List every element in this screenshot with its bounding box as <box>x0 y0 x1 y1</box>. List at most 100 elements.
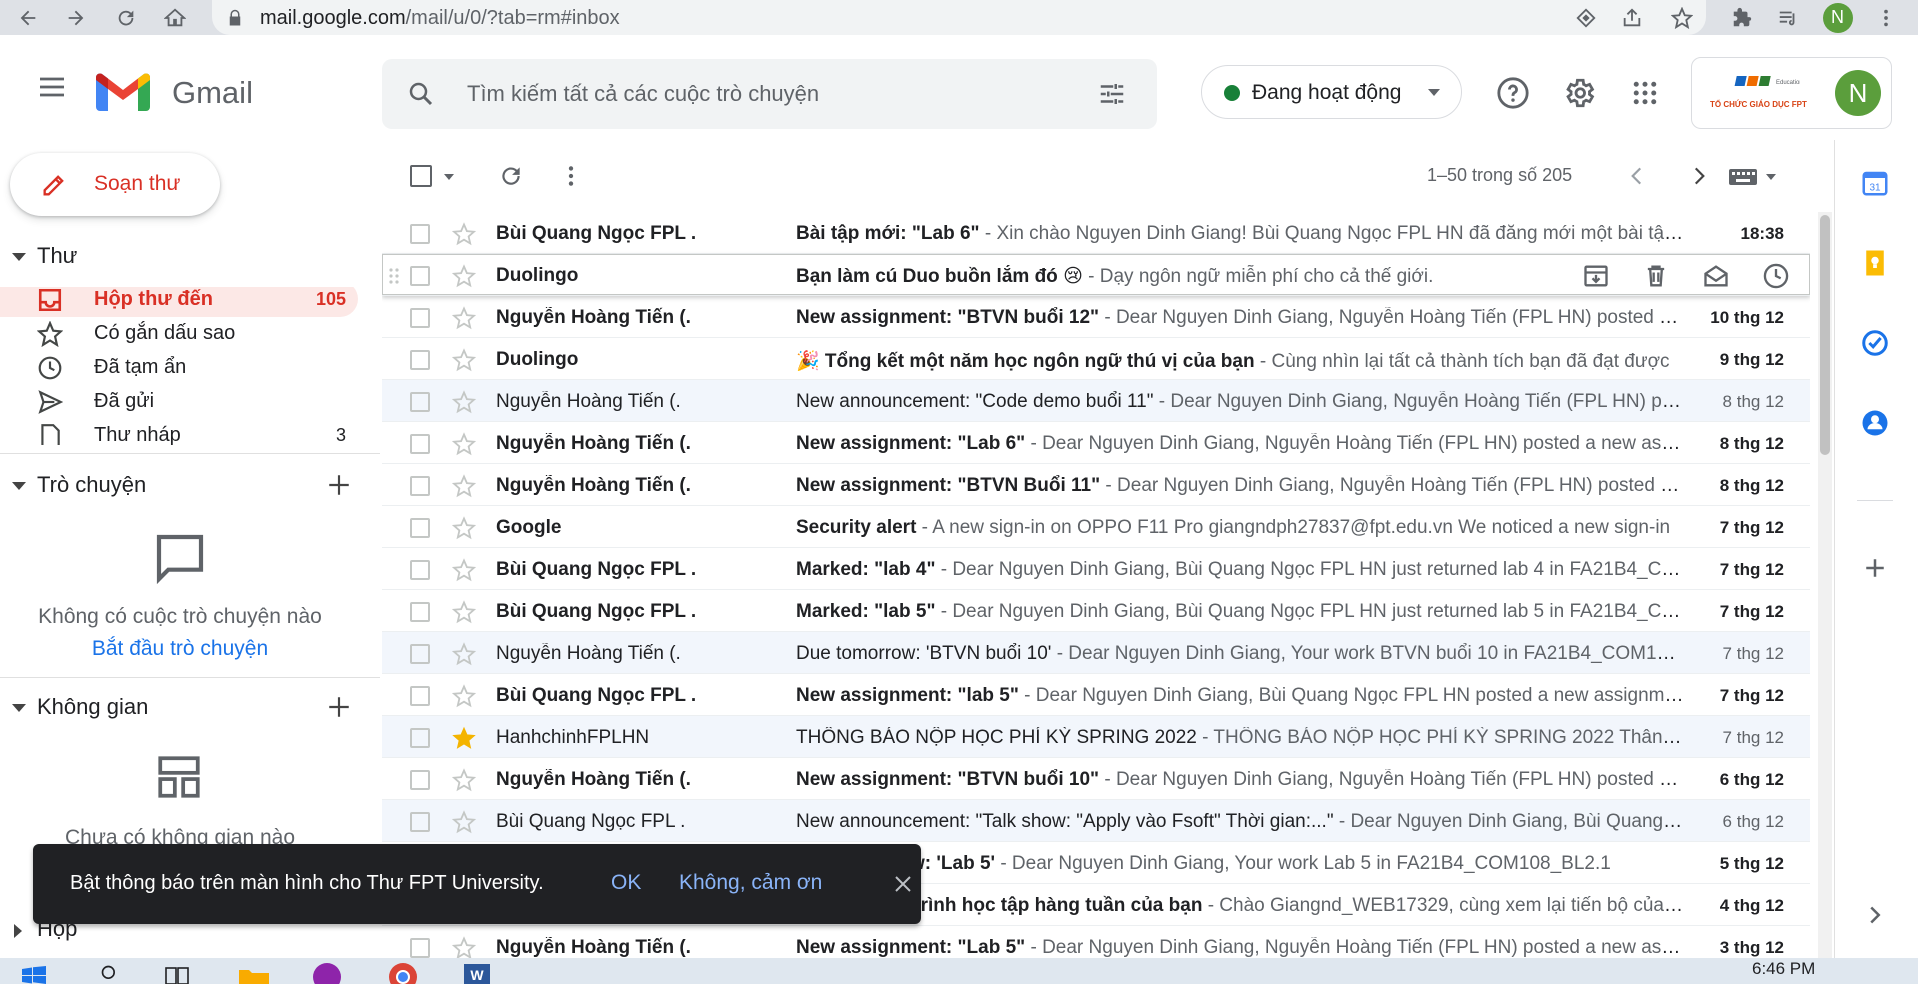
scrollbar-thumb[interactable] <box>1820 215 1830 455</box>
mail-row[interactable]: Nguyễn Hoàng Tiến (. New assignment: "BTV… <box>382 758 1810 800</box>
row-checkbox[interactable] <box>410 476 430 496</box>
row-checkbox[interactable] <box>410 938 430 958</box>
star-icon[interactable] <box>452 474 476 498</box>
star-icon[interactable] <box>452 684 476 708</box>
star-icon[interactable] <box>452 222 476 246</box>
row-checkbox[interactable] <box>410 560 430 580</box>
search-bar[interactable]: Tìm kiếm tất cả các cuộc trò chuyện <box>382 59 1157 129</box>
mail-row[interactable]: Bùi Quang Ngọc FPL . New assignment: "lab… <box>382 674 1810 716</box>
star-icon[interactable] <box>452 432 476 456</box>
row-checkbox[interactable] <box>410 602 430 622</box>
expand-panel-chevron-icon[interactable] <box>1860 900 1890 930</box>
row-checkbox[interactable] <box>410 350 430 370</box>
taskbar-search-icon[interactable] <box>100 964 120 984</box>
archive-icon[interactable] <box>1582 262 1610 290</box>
calendar-icon[interactable]: 31 <box>1860 168 1890 198</box>
mail-row[interactable]: Nguyễn Hoàng Tiến (. New assignment: "BTV… <box>382 296 1810 338</box>
older-chevron-right-icon[interactable] <box>1686 163 1712 189</box>
keyboard-icon[interactable] <box>1728 167 1758 187</box>
search-icon[interactable] <box>406 79 436 109</box>
mail-row[interactable]: Bùi Quang Ngọc FPL . New announcement: "T… <box>382 800 1810 842</box>
star-icon[interactable] <box>452 348 476 372</box>
file-explorer-icon[interactable] <box>238 966 270 984</box>
star-icon[interactable] <box>452 390 476 414</box>
drag-handle-icon[interactable] <box>388 266 400 286</box>
sidebar-item-0[interactable]: Hộp thư đến 105 <box>0 287 358 317</box>
windows-start-icon[interactable] <box>22 966 46 984</box>
account-switcher[interactable]: Education TỔ CHỨC GIÁO DỤC FPT N <box>1691 57 1892 129</box>
settings-gear-icon[interactable] <box>1562 76 1596 110</box>
row-checkbox[interactable] <box>410 266 430 286</box>
mail-row[interactable]: Bùi Quang Ngọc FPL . Marked: "lab 4" - De… <box>382 548 1810 590</box>
reload-icon[interactable] <box>108 0 143 35</box>
select-dropdown-icon[interactable] <box>444 174 454 180</box>
row-checkbox[interactable] <box>410 728 430 748</box>
contacts-icon[interactable] <box>1860 408 1890 438</box>
star-filled-icon[interactable] <box>452 726 476 750</box>
keep-notes-icon[interactable] <box>1860 248 1890 278</box>
row-checkbox[interactable] <box>410 434 430 454</box>
star-icon[interactable] <box>452 600 476 624</box>
app-taskbar-icon[interactable] <box>312 962 342 984</box>
mail-row[interactable]: Nguyễn Hoàng Tiến (. New assignment: "BTV… <box>382 464 1810 506</box>
star-icon[interactable] <box>452 558 476 582</box>
main-menu-icon[interactable] <box>36 71 68 103</box>
mail-row[interactable]: Bùi Quang Ngọc FPL . Bài tập mới: "Lab 6"… <box>382 212 1810 254</box>
install-app-icon[interactable] <box>1568 0 1603 35</box>
gmail-logo-icon[interactable] <box>96 69 150 111</box>
profile-avatar[interactable]: N <box>1820 0 1855 35</box>
account-avatar[interactable]: N <box>1835 70 1881 116</box>
sidebar-item-3[interactable]: Đã gửi <box>0 383 358 419</box>
row-checkbox[interactable] <box>410 224 430 244</box>
newer-chevron-left-icon[interactable] <box>1624 163 1650 189</box>
add-addon-plus-icon[interactable] <box>1860 553 1890 583</box>
toast-dismiss-button[interactable]: Không, cảm ơn <box>679 871 822 895</box>
apps-grid-icon[interactable] <box>1630 78 1660 108</box>
search-options-icon[interactable] <box>1097 79 1127 109</box>
mail-row[interactable]: Nguyễn Hoàng Tiến (. Due tomorrow: 'BTVN … <box>382 632 1810 674</box>
start-chat-link[interactable]: Bắt đầu trò chuyện <box>0 637 360 661</box>
mail-row[interactable]: Duolingo Bạn làm cú Duo buồn lắm đó 😢 - D… <box>382 254 1810 296</box>
row-checkbox[interactable] <box>410 812 430 832</box>
help-icon[interactable] <box>1496 76 1530 110</box>
snooze-clock-icon[interactable] <box>1762 262 1790 290</box>
row-checkbox[interactable] <box>410 686 430 706</box>
status-selector[interactable]: Đang hoạt động <box>1201 65 1462 119</box>
bookmark-star-icon[interactable] <box>1664 0 1699 35</box>
row-checkbox[interactable] <box>410 308 430 328</box>
toast-ok-button[interactable]: OK <box>611 871 641 895</box>
refresh-icon[interactable] <box>498 163 524 189</box>
browser-menu-icon[interactable] <box>1868 0 1903 35</box>
extensions-icon[interactable] <box>1724 0 1759 35</box>
row-checkbox[interactable] <box>410 392 430 412</box>
chrome-taskbar-icon[interactable] <box>388 962 418 984</box>
row-checkbox[interactable] <box>410 770 430 790</box>
star-icon[interactable] <box>452 306 476 330</box>
word-taskbar-icon[interactable]: W <box>462 964 492 984</box>
share-icon[interactable] <box>1614 0 1649 35</box>
mail-row[interactable]: HanhchinhFPLHN THÔNG BÁO NỘP HỌC PHÍ KỲ S… <box>382 716 1810 758</box>
star-icon[interactable] <box>452 642 476 666</box>
mark-as-read-icon[interactable] <box>1702 262 1730 290</box>
tasks-icon[interactable] <box>1860 328 1890 358</box>
mail-row[interactable]: Duolingo 🎉 Tổng kết một năm học ngôn ngữ … <box>382 338 1810 380</box>
back-icon[interactable] <box>10 0 45 35</box>
mail-row[interactable]: Nguyễn Hoàng Tiến (. New assignment: "Lab… <box>382 422 1810 464</box>
row-checkbox[interactable] <box>410 644 430 664</box>
home-icon[interactable] <box>157 0 192 35</box>
compose-button[interactable]: Soạn thư <box>10 153 220 216</box>
sidebar-item-4[interactable]: Thư nháp 3 <box>0 417 358 445</box>
mail-row[interactable]: Nguyễn Hoàng Tiến (. New announcement: "C… <box>382 380 1810 422</box>
mail-row[interactable]: Bùi Quang Ngọc FPL . Marked: "lab 5" - De… <box>382 590 1810 632</box>
sidebar-item-1[interactable]: Có gắn dấu sao <box>0 315 358 351</box>
toast-close-icon[interactable] <box>891 872 915 896</box>
star-icon[interactable] <box>452 264 476 288</box>
row-checkbox[interactable] <box>410 518 430 538</box>
task-view-icon[interactable] <box>164 964 190 984</box>
star-icon[interactable] <box>452 936 476 960</box>
chat-section-toggle[interactable]: Trò chuyện <box>0 472 360 502</box>
more-actions-icon[interactable] <box>558 163 584 189</box>
new-chat-plus-icon[interactable] <box>326 472 352 498</box>
select-all-checkbox[interactable] <box>410 165 432 187</box>
star-icon[interactable] <box>452 516 476 540</box>
